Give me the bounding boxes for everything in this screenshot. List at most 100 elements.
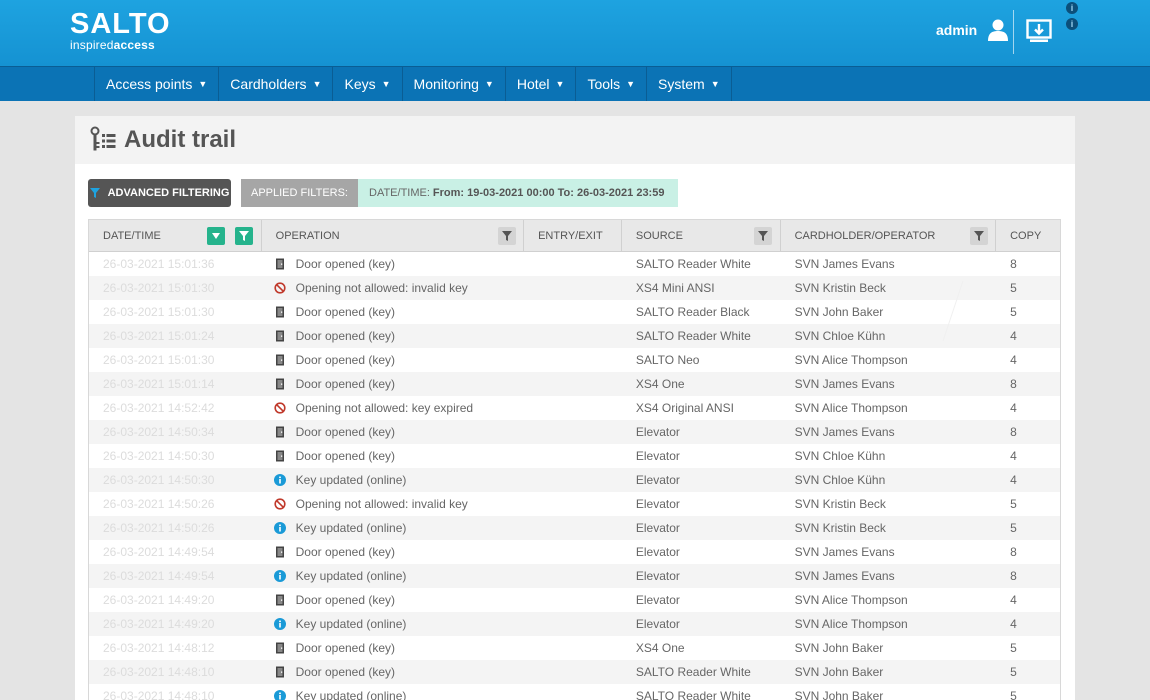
user-menu[interactable]: admin xyxy=(936,18,1009,42)
col-copy[interactable]: COPY xyxy=(996,220,1060,252)
nav-cardholders[interactable]: Cardholders ▼ xyxy=(219,67,334,101)
operation-text: Key updated (online) xyxy=(295,521,407,535)
cell-datetime: 26-03-2021 14:50:26 xyxy=(103,497,215,511)
col-datetime[interactable]: DATE/TIME xyxy=(89,220,262,252)
nav-keys[interactable]: Keys ▼ xyxy=(333,67,403,101)
sort-dropdown-icon[interactable] xyxy=(207,227,225,245)
filter-icon[interactable] xyxy=(497,227,516,245)
table-row[interactable]: 26-03-2021 14:48:12 Door opened (key) XS4 … xyxy=(89,636,1060,660)
chevron-down-icon: ▼ xyxy=(555,79,565,89)
applied-filter-chip[interactable]: DATE/TIME: From: 19-03-2021 00:00 To: 26… xyxy=(358,179,679,207)
cell-source: Elevator xyxy=(635,425,680,439)
cell-copy: 4 xyxy=(1010,449,1017,463)
filter-icon[interactable] xyxy=(235,227,253,245)
table-row[interactable]: 26-03-2021 14:48:10 Door opened (key) SALT… xyxy=(89,660,1060,684)
cell-source: Elevator xyxy=(635,521,680,535)
info-icon xyxy=(273,474,286,486)
table-row[interactable]: 26-03-2021 15:01:14 Door opened (key) XS4 … xyxy=(89,372,1060,396)
nav-monitoring[interactable]: Monitoring ▼ xyxy=(403,67,506,101)
col-operation[interactable]: OPERATION xyxy=(262,220,525,252)
cell-datetime: 26-03-2021 14:50:30 xyxy=(103,449,215,463)
cell-operation: Door opened (key) xyxy=(262,372,524,396)
table-row[interactable]: 26-03-2021 14:49:54 Door opened (key) Elev… xyxy=(89,540,1060,564)
info-icon[interactable]: i xyxy=(1066,2,1078,14)
table-row[interactable]: 26-03-2021 14:49:20 Key updated (online) E… xyxy=(89,612,1060,636)
logo-name: SALTO xyxy=(70,8,171,40)
cell-datetime: 26-03-2021 15:01:36 xyxy=(103,257,215,271)
nav-hotel[interactable]: Hotel ▼ xyxy=(506,67,577,101)
door-icon xyxy=(275,642,284,654)
table-row[interactable]: 26-03-2021 14:50:30 Key updated (online) E… xyxy=(89,468,1060,492)
nav-tools[interactable]: Tools ▼ xyxy=(576,67,648,101)
cell-datetime: 26-03-2021 15:01:14 xyxy=(103,377,215,391)
cell-cardholder: SVN Chloe Kühn xyxy=(794,449,886,463)
cell-copy: 4 xyxy=(1010,329,1017,343)
cell-operation: Key updated (online) xyxy=(262,516,524,540)
cell-operation: Door opened (key) xyxy=(262,588,524,612)
cell-entry-exit xyxy=(524,324,622,348)
table-row[interactable]: 26-03-2021 14:49:20 Door opened (key) Elev… xyxy=(89,588,1060,612)
table-row[interactable]: 26-03-2021 15:01:36 Door opened (key) SALT… xyxy=(89,252,1060,276)
salto-logo[interactable]: SALTO inspiredaccess xyxy=(70,9,171,51)
col-source[interactable]: SOURCE xyxy=(622,220,781,252)
column-header-label: DATE/TIME xyxy=(103,230,161,242)
advanced-filtering-button[interactable]: ADVANCED FILTERING xyxy=(88,179,231,207)
download-icon[interactable] xyxy=(1026,19,1052,43)
applied-filters-label: APPLIED FILTERS: xyxy=(241,179,358,207)
cell-cardholder: SVN Alice Thompson xyxy=(794,401,908,415)
column-header-label: COPY xyxy=(1010,230,1042,242)
cell-copy: 4 xyxy=(1010,617,1017,631)
info-icon xyxy=(273,522,286,534)
info-icon xyxy=(273,618,286,630)
cell-copy: 5 xyxy=(1010,689,1017,700)
door-icon xyxy=(275,594,284,606)
table-row[interactable]: 26-03-2021 14:50:26 Key updated (online) E… xyxy=(89,516,1060,540)
column-header-label: CARDHOLDER/OPERATOR xyxy=(794,230,936,242)
cell-source: XS4 Original ANSI xyxy=(635,401,734,415)
cell-entry-exit xyxy=(524,420,622,444)
logo-tagline-regular: inspired xyxy=(70,38,114,52)
col-entry-exit[interactable]: ENTRY/EXIT xyxy=(524,220,622,252)
col-cardholder[interactable]: CARDHOLDER/OPERATOR xyxy=(781,220,997,252)
help-icon[interactable]: i xyxy=(1066,18,1078,30)
table-row[interactable]: 26-03-2021 14:52:42 Opening not allowed: … xyxy=(89,396,1060,420)
page-title: Audit trail xyxy=(124,126,236,153)
cell-copy: 8 xyxy=(1010,425,1017,439)
cell-source: SALTO Reader White xyxy=(635,257,751,271)
table-row[interactable]: 26-03-2021 15:01:30 Door opened (key) SALT… xyxy=(89,300,1060,324)
table-row[interactable]: 26-03-2021 14:50:34 Door opened (key) Elev… xyxy=(89,420,1060,444)
cell-operation: Door opened (key) xyxy=(262,540,524,564)
info-icon xyxy=(273,690,286,700)
cell-operation: Key updated (online) xyxy=(262,684,524,700)
table-row[interactable]: 26-03-2021 14:49:54 Key updated (online) E… xyxy=(89,564,1060,588)
nav-label: System xyxy=(658,76,705,92)
denied-icon xyxy=(274,282,286,294)
filter-icon[interactable] xyxy=(753,227,772,245)
operation-text: Door opened (key) xyxy=(295,353,396,367)
cell-entry-exit xyxy=(524,612,622,636)
cell-entry-exit xyxy=(524,300,622,324)
cell-copy: 8 xyxy=(1010,377,1017,391)
table-row[interactable]: 26-03-2021 14:50:26 Opening not allowed: … xyxy=(89,492,1060,516)
table-row[interactable]: 26-03-2021 15:01:30 Door opened (key) SALT… xyxy=(89,348,1060,372)
table-row[interactable]: 26-03-2021 15:01:30 Opening not allowed: … xyxy=(89,276,1060,300)
chevron-down-icon: ▼ xyxy=(198,79,208,89)
cell-entry-exit xyxy=(524,444,622,468)
cell-cardholder: SVN Chloe Kühn xyxy=(794,473,886,487)
operation-text: Door opened (key) xyxy=(295,641,396,655)
cell-operation: Door opened (key) xyxy=(262,324,524,348)
table-row[interactable]: 26-03-2021 14:48:10 Key updated (online) S… xyxy=(89,684,1060,700)
filter-icon[interactable] xyxy=(969,227,988,245)
nav-system[interactable]: System ▼ xyxy=(647,67,732,101)
table-body: 26-03-2021 15:01:36 Door opened (key) SALT… xyxy=(89,252,1060,700)
door-icon xyxy=(275,546,284,558)
cell-datetime: 26-03-2021 14:49:54 xyxy=(103,569,215,583)
top-header: SALTO inspiredaccess admin i i xyxy=(0,0,1150,66)
table-row[interactable]: 26-03-2021 15:01:24 Door opened (key) SALT… xyxy=(89,324,1060,348)
operation-text: Key updated (online) xyxy=(295,617,407,631)
cell-copy: 5 xyxy=(1010,641,1017,655)
denied-icon xyxy=(274,402,286,414)
operation-text: Door opened (key) xyxy=(295,257,396,271)
nav-access-points[interactable]: Access points ▼ xyxy=(94,67,220,101)
table-row[interactable]: 26-03-2021 14:50:30 Door opened (key) Elev… xyxy=(89,444,1060,468)
